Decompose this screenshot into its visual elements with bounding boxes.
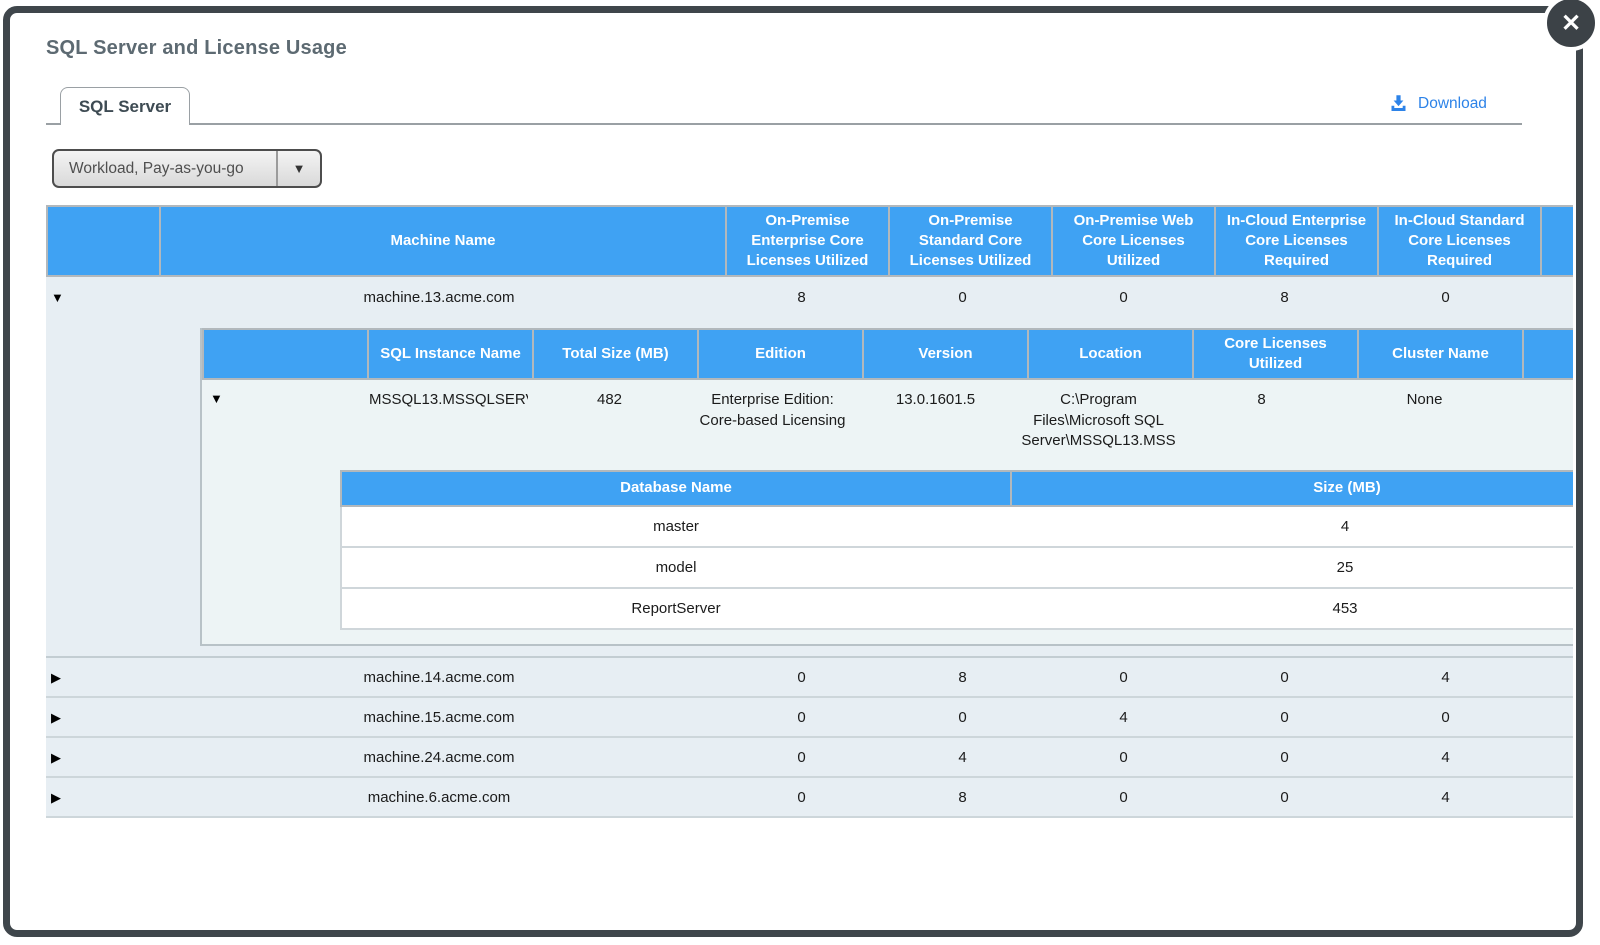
collapse-arrow-icon[interactable]: ▼: [210, 392, 223, 405]
database-table-header-row: Database Name Size (MB): [340, 470, 1573, 507]
value-cell: 0: [1365, 289, 1526, 306]
value-cell: 0: [882, 289, 1043, 306]
value-cell: 0: [721, 669, 882, 686]
core-licenses-cell: 8: [1180, 390, 1343, 411]
database-size-cell: 453: [1010, 600, 1573, 617]
value-cell: 0: [1043, 289, 1204, 306]
workload-dropdown-value: Workload, Pay-as-you-go: [54, 160, 244, 178]
machine-license-table: Machine Name On-Premise Enterprise Core …: [46, 205, 1573, 818]
value-cell: 4: [1043, 709, 1204, 726]
column-header-total-size: Total Size (MB): [534, 330, 697, 378]
database-section: Database Name Size (MB) master 4 model 2…: [202, 464, 1573, 630]
value-cell: 4: [1365, 789, 1526, 806]
machine-name-cell: machine.6.acme.com: [157, 789, 721, 806]
column-header-onprem-web: On-Premise Web Core Licenses Utilized: [1053, 207, 1214, 275]
total-size-cell: 482: [528, 390, 691, 411]
value-cell: 0: [1204, 789, 1365, 806]
value-cell: 0: [882, 709, 1043, 726]
table-row-machine-14: ▶ machine.14.acme.com 0 8 0 0 4: [46, 658, 1573, 698]
column-header-size-mb: Size (MB): [1012, 472, 1573, 505]
machine-name-cell: machine.24.acme.com: [157, 749, 721, 766]
download-icon: [1388, 93, 1409, 114]
table-row-database: model 25: [340, 548, 1573, 589]
machine-13-expanded-panel: SQL Instance Name Total Size (MB) Editio…: [46, 318, 1573, 658]
table-row-database: master 4: [340, 507, 1573, 548]
value-cell: 0: [1365, 709, 1526, 726]
workload-dropdown[interactable]: Workload, Pay-as-you-go ▼: [52, 149, 322, 188]
table-row-machine-24: ▶ machine.24.acme.com 0 4 0 0 4: [46, 738, 1573, 778]
chevron-down-icon: ▼: [276, 151, 320, 186]
column-header-clipped: [1542, 207, 1573, 275]
column-header-machine-name: Machine Name: [161, 207, 725, 275]
column-header-onprem-standard: On-Premise Standard Core Licenses Utiliz…: [890, 207, 1051, 275]
database-name-cell: master: [342, 518, 1010, 535]
machine-name-cell: machine.14.acme.com: [157, 669, 721, 686]
value-cell: 0: [1043, 749, 1204, 766]
database-size-cell: 25: [1010, 559, 1573, 576]
value-cell: 0: [721, 749, 882, 766]
column-header-onprem-enterprise: On-Premise Enterprise Core Licenses Util…: [727, 207, 888, 275]
expand-arrow-icon[interactable]: ▶: [51, 711, 61, 724]
column-header-edition: Edition: [699, 330, 862, 378]
machine-name-cell: machine.15.acme.com: [157, 709, 721, 726]
version-cell: 13.0.1601.5: [854, 390, 1017, 411]
sql-instance-section: SQL Instance Name Total Size (MB) Editio…: [200, 328, 1573, 646]
dialog-window: ✕ SQL Server and License Usage SQL Serve…: [3, 6, 1583, 937]
tab-sql-server[interactable]: SQL Server: [60, 87, 190, 125]
table-row-machine-15: ▶ machine.15.acme.com 0 0 4 0 0: [46, 698, 1573, 738]
value-cell: 0: [1043, 789, 1204, 806]
column-header-clipped: [1524, 330, 1573, 378]
value-cell: 0: [721, 789, 882, 806]
table-row-database: ReportServer 453: [340, 589, 1573, 630]
database-name-cell: model: [342, 559, 1010, 576]
value-cell: 4: [1365, 669, 1526, 686]
tab-label: SQL Server: [79, 97, 171, 117]
value-cell: 8: [1204, 289, 1365, 306]
expand-arrow-icon[interactable]: ▶: [51, 671, 61, 684]
column-header-incloud-enterprise: In-Cloud Enterprise Core Licenses Requir…: [1216, 207, 1377, 275]
column-header-expander: [48, 207, 159, 275]
column-header-core-licenses: Core Licenses Utilized: [1194, 330, 1357, 378]
column-header-version: Version: [864, 330, 1027, 378]
value-cell: 4: [1365, 749, 1526, 766]
column-header-cluster-name: Cluster Name: [1359, 330, 1522, 378]
table-row-machine-13: ▼ machine.13.acme.com 8 0 0 8 0: [46, 277, 1573, 318]
value-cell: 0: [721, 709, 882, 726]
value-cell: 4: [882, 749, 1043, 766]
instance-name-cell: MSSQL13.MSSQLSERV: [365, 390, 528, 411]
close-icon: ✕: [1561, 9, 1581, 38]
database-name-cell: ReportServer: [342, 600, 1010, 617]
column-header-expander: [204, 330, 367, 378]
value-cell: 0: [1204, 669, 1365, 686]
column-header-location: Location: [1029, 330, 1192, 378]
value-cell: 0: [1204, 709, 1365, 726]
database-size-cell: 4: [1010, 518, 1573, 535]
column-header-database-name: Database Name: [342, 472, 1010, 505]
column-header-instance-name: SQL Instance Name: [369, 330, 532, 378]
machine-name-cell: machine.13.acme.com: [157, 289, 721, 306]
value-cell: 8: [721, 289, 882, 306]
value-cell: 0: [1204, 749, 1365, 766]
download-label: Download: [1418, 95, 1487, 113]
machine-table-header-row: Machine Name On-Premise Enterprise Core …: [46, 205, 1573, 277]
table-row-sql-instance: ▼ MSSQL13.MSSQLSERV 482 Enterprise Editi…: [202, 380, 1573, 464]
instance-table-header-row: SQL Instance Name Total Size (MB) Editio…: [202, 328, 1573, 380]
screen: ✕ SQL Server and License Usage SQL Serve…: [0, 0, 1600, 945]
value-cell: 0: [1043, 669, 1204, 686]
cluster-name-cell: None: [1343, 390, 1506, 411]
tab-bar-divider: [46, 123, 1522, 125]
download-button[interactable]: Download: [1388, 93, 1487, 114]
location-cell: C:\Program Files\Microsoft SQL Server\MS…: [1017, 390, 1180, 452]
collapse-arrow-icon[interactable]: ▼: [51, 291, 64, 304]
edition-cell: Enterprise Edition: Core-based Licensing: [691, 390, 854, 431]
value-cell: 8: [882, 789, 1043, 806]
value-cell: 8: [882, 669, 1043, 686]
page-title: SQL Server and License Usage: [46, 37, 347, 60]
expand-arrow-icon[interactable]: ▶: [51, 751, 61, 764]
close-button[interactable]: ✕: [1543, 0, 1599, 51]
expand-arrow-icon[interactable]: ▶: [51, 791, 61, 804]
table-row-machine-6: ▶ machine.6.acme.com 0 8 0 0 4: [46, 778, 1573, 818]
column-header-incloud-standard: In-Cloud Standard Core Licenses Required: [1379, 207, 1540, 275]
database-table: Database Name Size (MB) master 4 model 2…: [340, 470, 1573, 630]
